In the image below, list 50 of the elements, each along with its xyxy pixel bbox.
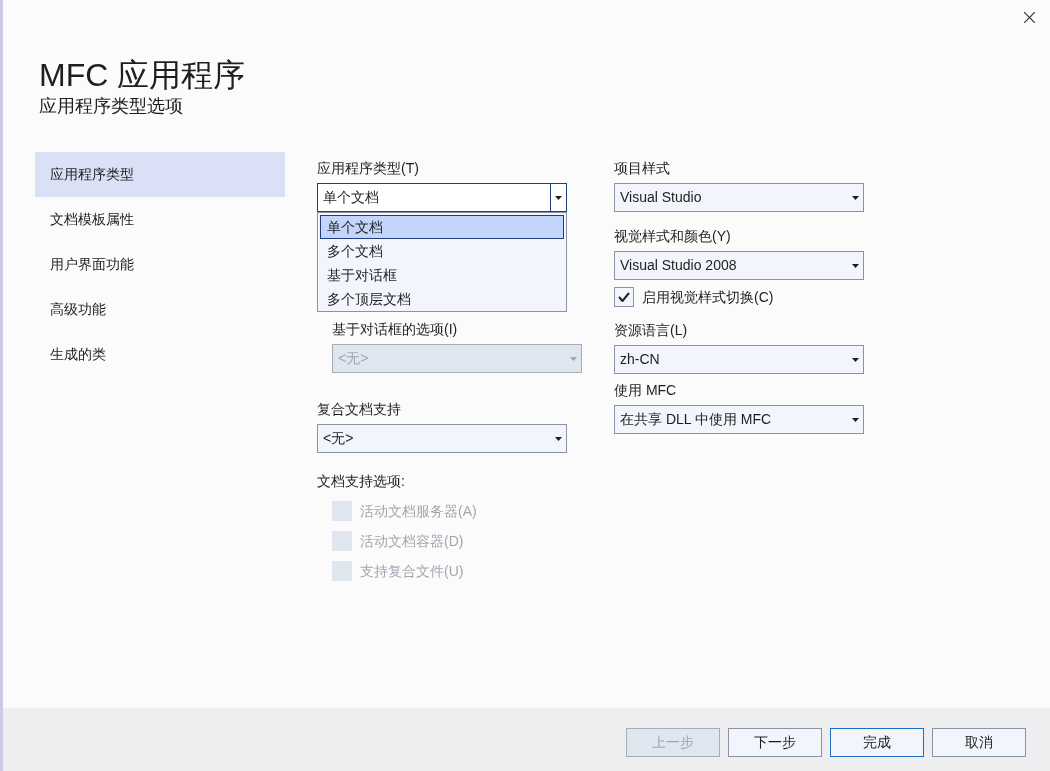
dropdown-option[interactable]: 多个文档 <box>320 239 564 263</box>
dropdown-field[interactable]: 单个文档 <box>317 183 567 212</box>
dialog-button[interactable]: 取消 <box>932 728 1026 757</box>
close-icon <box>1023 11 1035 23</box>
dropdown-value: 在共享 DLL 中使用 MFC <box>619 410 773 429</box>
checkbox[interactable] <box>614 287 634 307</box>
checkmark-icon <box>618 292 630 302</box>
dropdown-field[interactable]: Visual Studio <box>614 183 864 212</box>
caret-icon <box>851 357 859 362</box>
nav-item[interactable]: 应用程序类型 <box>35 152 285 197</box>
field-label: 应用程序类型(T) <box>317 159 420 178</box>
field-label: 文档支持选项: <box>317 472 406 491</box>
caret-icon <box>554 436 562 441</box>
dropdown-field[interactable]: 在共享 DLL 中使用 MFC <box>614 405 864 434</box>
window-title: MFC 应用程序 <box>39 56 247 94</box>
window-subtitle: 应用程序类型选项 <box>39 95 184 118</box>
caret-icon <box>851 417 859 422</box>
field-label: 资源语言(L) <box>614 321 689 340</box>
field-label: 使用 MFC <box>614 381 678 400</box>
nav-item[interactable]: 文档模板属性 <box>35 197 285 242</box>
caret-icon <box>851 263 859 268</box>
caret-icon <box>569 356 577 361</box>
dialog-button[interactable]: 完成 <box>830 728 924 757</box>
dropdown-field[interactable]: <无> <box>317 424 567 453</box>
dropdown-value: <无> <box>322 429 355 448</box>
dropdown-value: Visual Studio <box>619 188 703 207</box>
dropdown-field[interactable]: Visual Studio 2008 <box>614 251 864 280</box>
nav-item[interactable]: 高级功能 <box>35 287 285 332</box>
close-button[interactable] <box>1022 10 1036 24</box>
dropdown-value: <无> <box>337 349 370 368</box>
checkbox-label: 启用视觉样式切换(C) <box>642 287 774 307</box>
checkbox-label: 支持复合文件(U) <box>360 561 464 581</box>
dialog-button[interactable]: 下一步 <box>728 728 822 757</box>
dropdown-option[interactable]: 多个顶层文档 <box>320 287 564 311</box>
nav-item[interactable]: 生成的类 <box>35 332 285 377</box>
nav-item[interactable]: 用户界面功能 <box>35 242 285 287</box>
checkbox-label: 活动文档容器(D) <box>360 531 464 551</box>
dropdown-option[interactable]: 基于对话框 <box>320 263 564 287</box>
dropdown-value: 单个文档 <box>322 188 380 207</box>
dropdown-field[interactable]: zh-CN <box>614 345 864 374</box>
caret-icon <box>555 195 562 200</box>
checkbox-label: 活动文档服务器(A) <box>360 501 477 521</box>
dropdown-value: Visual Studio 2008 <box>619 256 738 275</box>
field-label: 视觉样式和颜色(Y) <box>614 227 732 246</box>
field-label: 项目样式 <box>614 159 671 178</box>
field-label: 基于对话框的选项(I) <box>332 320 459 339</box>
caret-icon <box>851 195 859 200</box>
dropdown-option[interactable]: 单个文档 <box>320 215 564 239</box>
field-label: 复合文档支持 <box>317 400 402 419</box>
dropdown-value: zh-CN <box>619 350 661 369</box>
